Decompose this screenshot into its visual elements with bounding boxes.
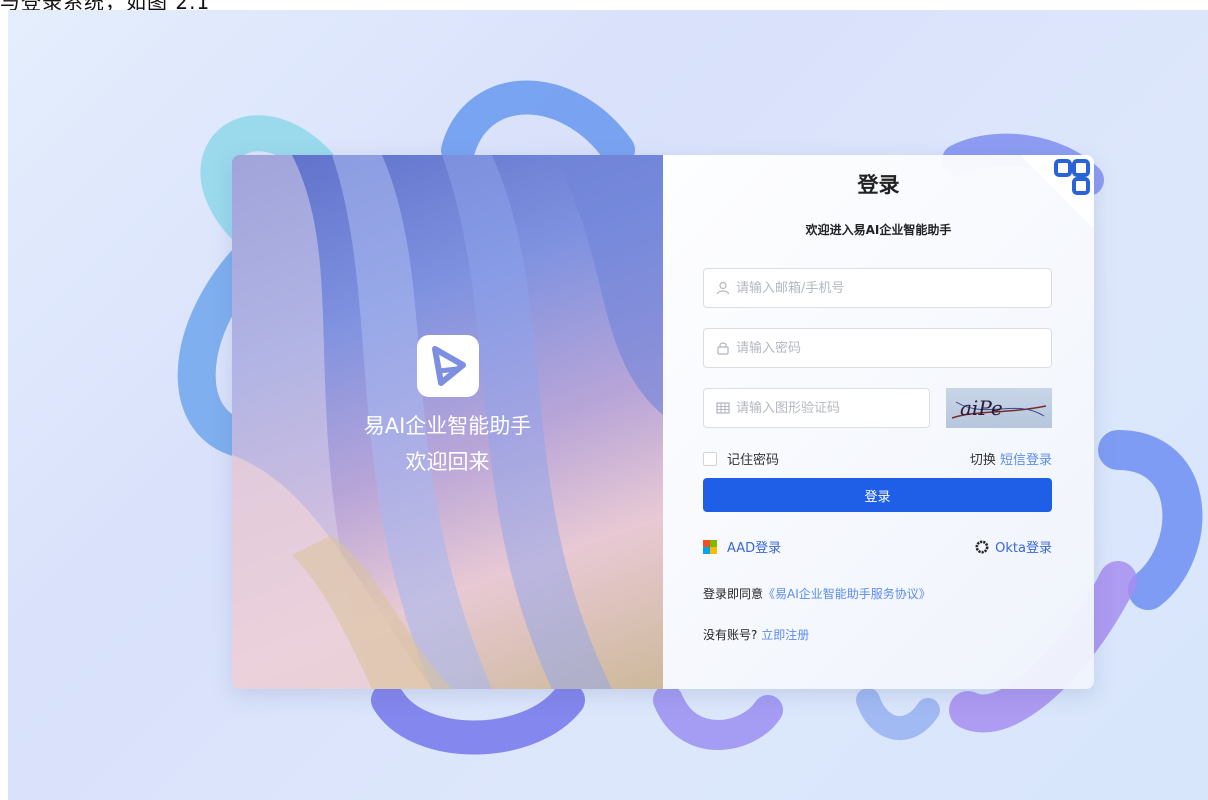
- left-brand-panel: 易AI企业智能助手 欢迎回来: [232, 155, 663, 689]
- okta-login-link[interactable]: Okta登录: [975, 537, 1052, 556]
- captcha-image[interactable]: aiPe: [946, 388, 1052, 428]
- brand-name: 易AI企业智能助手: [363, 414, 532, 438]
- agree-prefix: 登录即同意: [703, 587, 764, 601]
- account-input[interactable]: [736, 280, 1021, 296]
- lock-icon: [716, 341, 730, 355]
- remember-checkbox[interactable]: [703, 451, 717, 466]
- brand-welcome: 欢迎回来: [405, 450, 490, 474]
- register-row: 没有账号? 立即注册: [703, 626, 809, 643]
- captcha-field[interactable]: [703, 388, 930, 428]
- login-card: 易AI企业智能助手 欢迎回来 登录 欢迎进入易AI企业智能助手 请输入邮箱/手机…: [232, 155, 1094, 689]
- sso-row: AAD登录 Okta登录: [703, 537, 1052, 557]
- login-title: 登录: [857, 173, 900, 197]
- service-agreement-link[interactable]: 《易AI企业智能助手服务协议》: [763, 587, 931, 601]
- remember-label: 记住密码: [727, 453, 780, 468]
- okta-login-label: Okta登录: [995, 541, 1052, 556]
- password-field[interactable]: [703, 328, 1052, 368]
- sms-login-link[interactable]: 短信登录: [1000, 453, 1052, 468]
- login-subtitle: 欢迎进入易AI企业智能助手: [805, 223, 952, 237]
- okta-logo-icon: [975, 540, 989, 554]
- remember-row: 记住密码: [703, 449, 779, 468]
- switch-login-mode: 切换 短信登录: [970, 449, 1052, 468]
- microsoft-logo-icon: [703, 539, 717, 554]
- switch-prefix: 切换: [969, 453, 996, 468]
- login-page-background: 易AI企业智能助手 欢迎回来 登录 欢迎进入易AI企业智能助手 请输入邮箱/手机…: [8, 10, 1208, 800]
- captcha-text: aiPe: [960, 396, 1003, 420]
- login-button[interactable]: 登录: [703, 478, 1052, 512]
- brand-block: 易AI企业智能助手 欢迎回来: [232, 335, 663, 477]
- user-icon: [716, 281, 730, 295]
- app-logo-icon: [416, 335, 479, 397]
- no-account-text: 没有账号?: [703, 628, 758, 642]
- aad-login-label: AAD登录: [727, 541, 782, 556]
- grid-icon: [716, 401, 730, 415]
- captcha-input[interactable]: [736, 400, 918, 416]
- register-link[interactable]: 立即注册: [761, 628, 809, 642]
- aad-login-link[interactable]: AAD登录: [703, 537, 781, 556]
- top-caption: 与登录系统，如图 2.1: [0, 0, 210, 10]
- password-input[interactable]: [736, 340, 1021, 356]
- login-form-panel: 登录 欢迎进入易AI企业智能助手 请输入邮箱/手机号 请输入图形验证码 aiPe…: [663, 155, 1094, 689]
- agreement-text: 登录即同意《易AI企业智能助手服务协议》: [703, 585, 931, 602]
- account-field[interactable]: [703, 268, 1052, 308]
